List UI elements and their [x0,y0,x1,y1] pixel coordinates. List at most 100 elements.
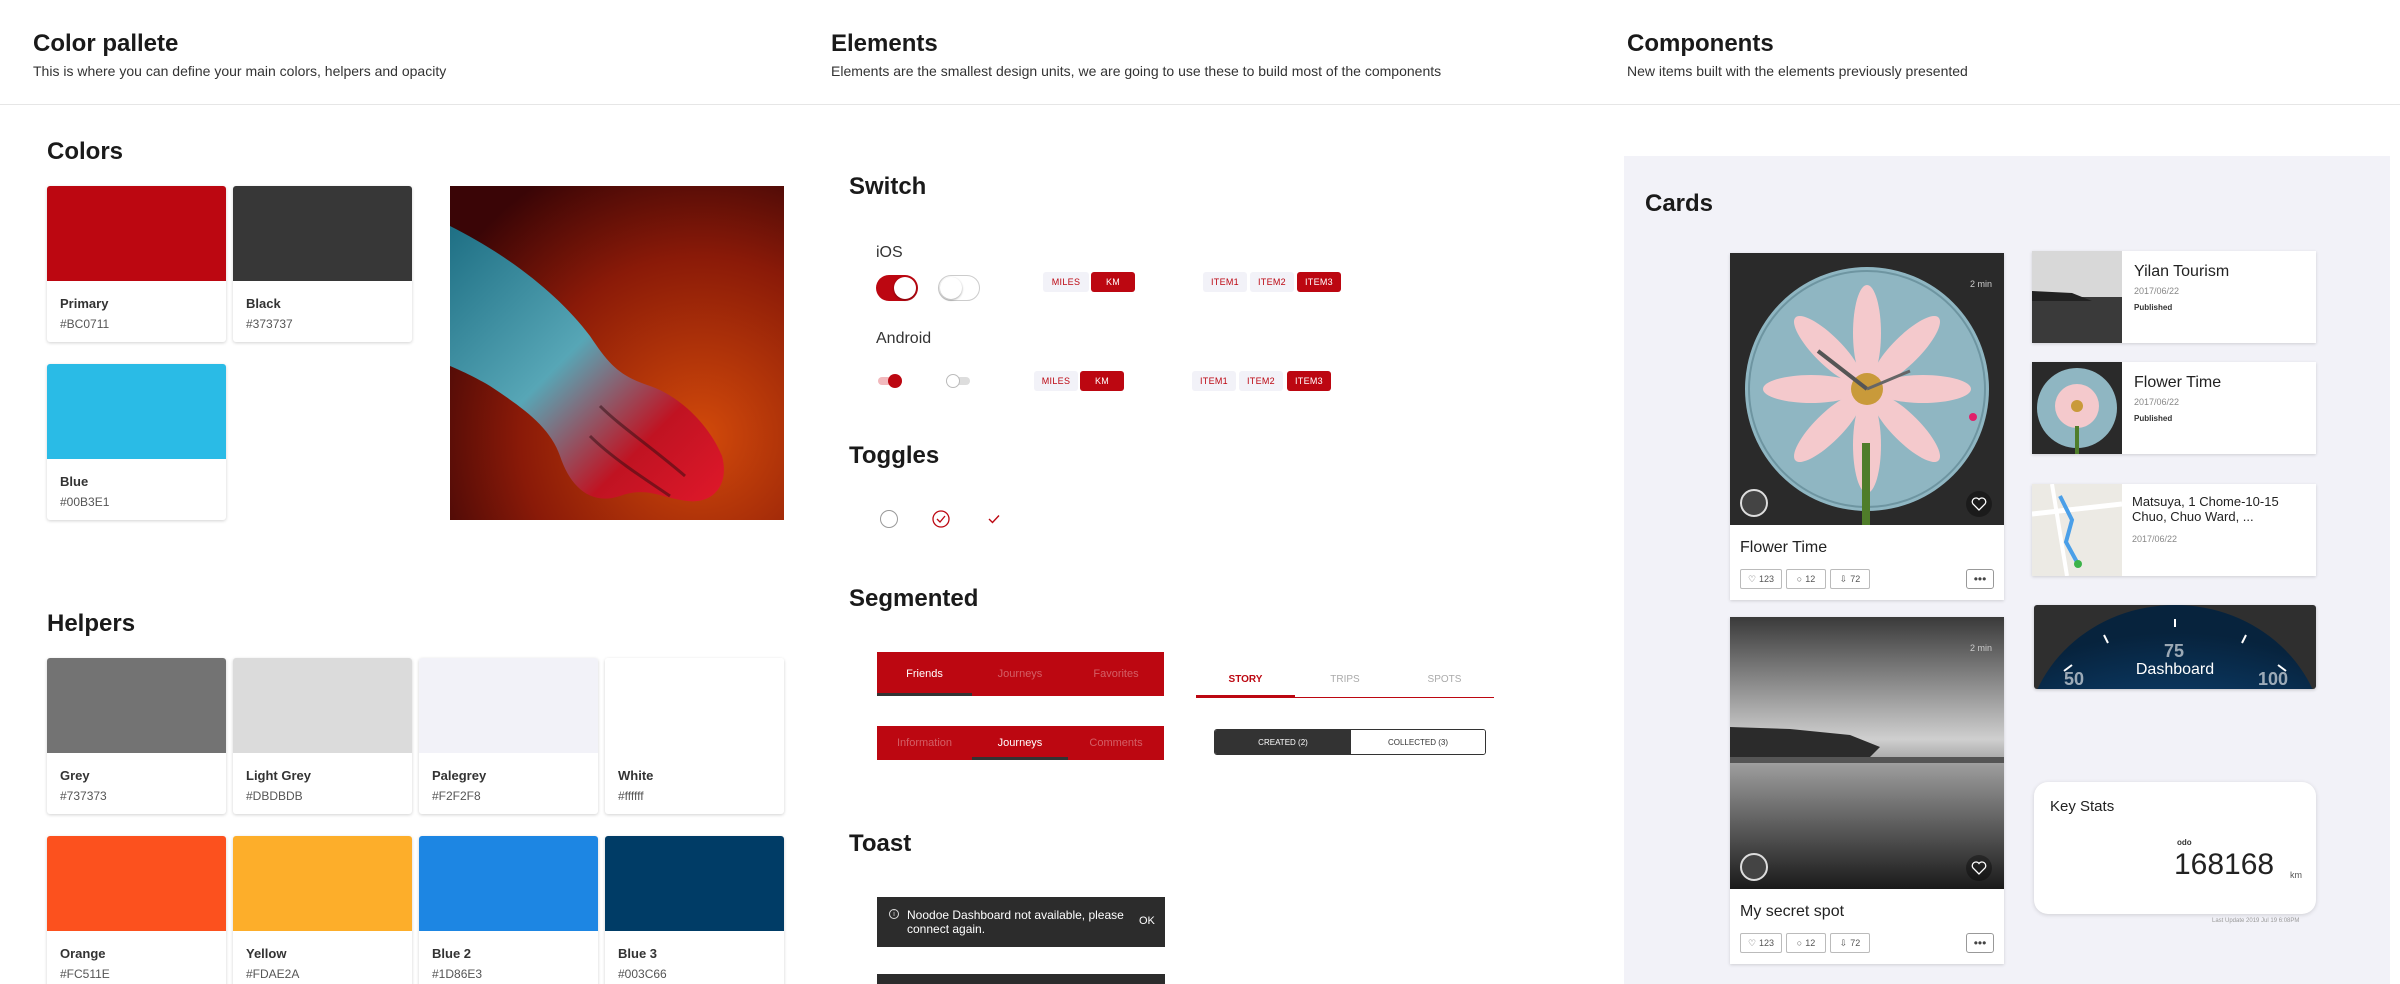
line-tabbar: STORY TRIPS SPOTS [1196,662,1494,698]
color-name: Blue [60,474,89,489]
color-hex: #1D86E3 [432,967,483,981]
dashboard-label: Dashboard [2135,661,2215,678]
android-km-option[interactable]: KM [1080,371,1124,391]
list-card-location[interactable]: Matsuya, 1 Chome-10-15 Chuo, Chuo Ward, … [2032,484,2316,576]
comments-button[interactable]: ○ 12 [1786,569,1826,589]
created-option[interactable]: CREATED (2) [1215,730,1351,754]
color-name: Primary [60,296,109,311]
ios-item3-option[interactable]: ITEM3 [1297,272,1341,292]
dashboard-card[interactable]: 50 75 100 Dashboard [2034,605,2316,689]
card-flower-time[interactable]: 2 min Flower Time ♡ 123 ○ 12 ⇩ 72 ••• [1730,253,2004,600]
ios-switch-on[interactable] [876,275,918,301]
color-card-blue: Blue #00B3E1 [47,364,226,520]
list-card-title: Flower Time [2134,374,2222,391]
ios-km-option[interactable]: KM [1091,272,1135,292]
android-item3-option[interactable]: ITEM3 [1287,371,1331,391]
heart-icon[interactable] [1966,855,1992,881]
heart-icon: ♡ [1747,573,1757,584]
android-switch-off[interactable] [944,374,972,388]
card-my-secret-spot[interactable]: 2 min My secret spot ♡ 123 ○ 12 ⇩ 72 ••• [1730,617,2004,964]
color-hex: #003C66 [618,967,667,981]
downloads-button[interactable]: ⇩ 72 [1830,569,1870,589]
color-chip [47,364,226,459]
android-item1-option[interactable]: ITEM1 [1192,371,1236,391]
comments-button[interactable]: ○ 12 [1786,933,1826,953]
toggle-unchecked[interactable] [880,510,898,528]
collected-option[interactable]: COLLECTED (3) [1351,730,1485,754]
likes-button[interactable]: ♡ 123 [1740,569,1782,589]
read-time: 2 min [1969,279,1992,289]
android-switch-on[interactable] [876,374,904,388]
header-divider [0,104,2400,105]
more-button[interactable]: ••• [1966,569,1994,589]
toggles-title: Toggles [849,442,940,469]
tab-information[interactable]: Information [877,726,972,760]
color-hex: #737373 [60,789,107,803]
odo-value: 168168 [2174,848,2275,881]
color-chip [233,836,412,931]
helper-card-blue-2: Blue 2 #1D86E3 [419,836,598,984]
toast-title: Toast [849,830,912,857]
android-item2-option[interactable]: ITEM2 [1239,371,1283,391]
elements-subtitle: Elements are the smallest design units, … [831,63,1442,79]
color-hex: #ffffff [618,789,644,803]
components-title: Components [1627,30,1774,57]
tab-trips[interactable]: TRIPS [1295,662,1395,696]
android-miles-option[interactable]: MILES [1034,371,1078,391]
red-tabbar-2: Information Journeys Comments [877,726,1164,760]
ios-item2-option[interactable]: ITEM2 [1250,272,1294,292]
toast-ok-button[interactable]: OK [1139,915,1155,927]
color-chip [47,186,226,281]
color-hex: #FC511E [60,967,110,981]
more-button[interactable]: ••• [1966,933,1994,953]
downloads-count: 72 [1850,574,1861,584]
tab-story[interactable]: STORY [1196,662,1295,696]
helper-card-blue-3: Blue 3 #003C66 [605,836,784,984]
ios-item1-option[interactable]: ITEM1 [1203,272,1247,292]
tab-journeys[interactable]: Journeys [972,726,1068,760]
list-card-flower-time[interactable]: Flower Time 2017/06/22 Published [2032,362,2316,454]
list-card-title: Matsuya, 1 Chome-10-15 Chuo, Chuo Ward, … [2132,494,2279,524]
color-name: Light Grey [246,768,312,783]
list-card-status: Published [2134,303,2173,312]
tab-spots[interactable]: SPOTS [1395,662,1494,696]
color-hex: #DBDBDB [246,789,303,803]
tab-journeys[interactable]: Journeys [972,652,1068,696]
ios-switch-off[interactable] [938,275,980,301]
list-card-yilan-tourism[interactable]: Yilan Tourism 2017/06/22 Published [2032,251,2316,343]
helper-card-palegrey: Palegrey #F2F2F8 [419,658,598,814]
tab-friends[interactable]: Friends [877,652,972,696]
comments-count: 12 [1805,574,1816,584]
toast-message-2 [877,974,1165,984]
ios-label: iOS [876,244,903,261]
color-name: Yellow [246,946,287,961]
heart-icon[interactable] [1966,491,1992,517]
components-subtitle: New items built with the elements previo… [1627,63,1968,79]
toggle-checked-circle[interactable] [932,510,950,528]
color-card-primary: Primary #BC0711 [47,186,226,342]
ios-miles-option[interactable]: MILES [1043,272,1089,292]
key-stats-card: Key Stats odo 168168 km [2034,782,2316,914]
color-name: Palegrey [432,768,487,783]
avatar[interactable] [1740,853,1768,881]
color-name: Grey [60,768,90,783]
color-name: Blue 2 [432,946,472,961]
color-chip [233,658,412,753]
avatar[interactable] [1740,489,1768,517]
helper-card-white: White #ffffff [605,658,784,814]
likes-count: 123 [1759,574,1775,584]
likes-button[interactable]: ♡ 123 [1740,933,1782,953]
tab-comments[interactable]: Comments [1068,726,1164,760]
tab-favorites[interactable]: Favorites [1068,652,1164,696]
toast-message: i Noodoe Dashboard not available, please… [877,897,1165,947]
downloads-button[interactable]: ⇩ 72 [1830,933,1870,953]
map-thumbnail [2032,484,2122,576]
color-hex: #BC0711 [60,317,110,331]
landscape-thumbnail [2032,251,2122,343]
color-chip [47,658,226,753]
color-chip [47,836,226,931]
color-hex: #F2F2F8 [432,789,481,803]
red-tabbar-1: Friends Journeys Favorites [877,652,1164,696]
helper-card-orange: Orange #FC511E [47,836,226,984]
toggle-check-icon[interactable] [986,511,1002,527]
